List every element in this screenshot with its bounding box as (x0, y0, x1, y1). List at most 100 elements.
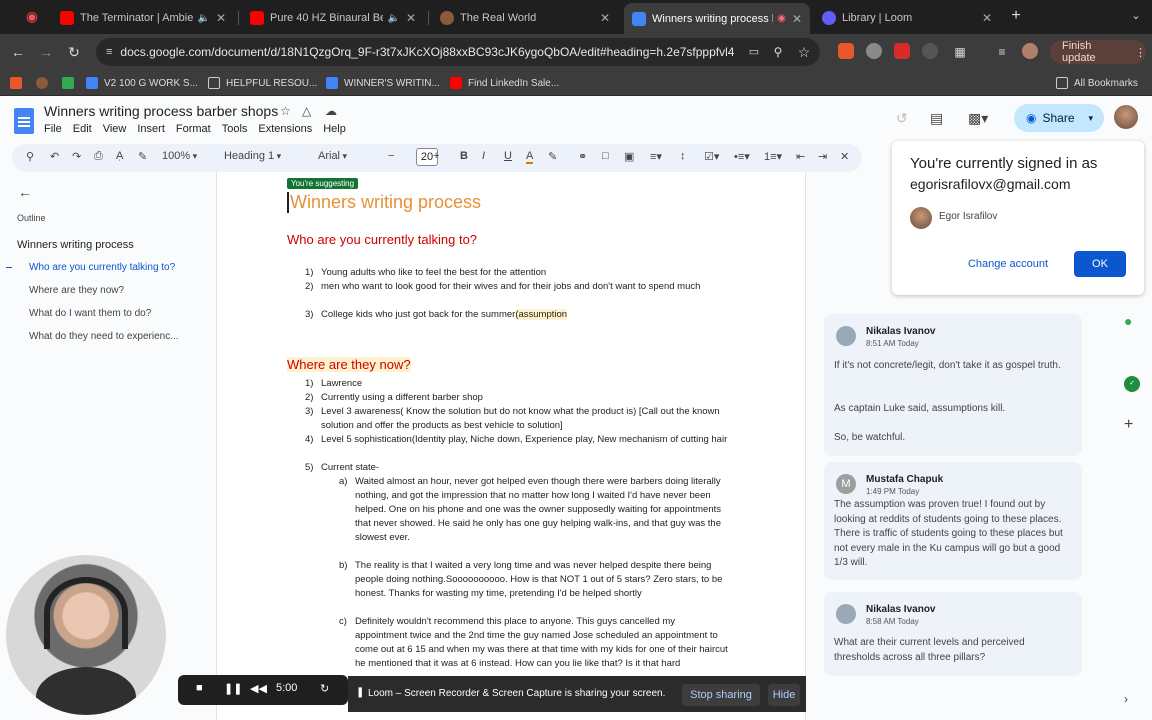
increase-font-icon[interactable]: + (433, 150, 439, 162)
insert-image-icon[interactable]: ▣ (624, 150, 634, 163)
bookmark-helpful-resources[interactable]: HELPFUL RESOU... (208, 75, 317, 91)
stop-sharing-button[interactable]: Stop sharing (682, 684, 760, 706)
undo-icon[interactable]: ↶ (50, 150, 59, 163)
list-item[interactable]: 3) College kids who just got back for the… (305, 308, 735, 322)
extension-dark-icon[interactable] (922, 43, 938, 59)
extensions-puzzle-icon[interactable]: ▦ (950, 42, 970, 62)
outline-item-want[interactable]: What do I want them to do? (29, 308, 151, 319)
tab-groups-icon[interactable]: ≡ (992, 42, 1012, 62)
restart-icon[interactable]: ↻ (320, 682, 329, 695)
menu-insert[interactable]: Insert (137, 123, 165, 135)
meet-icon[interactable]: ▩▾ (968, 110, 988, 127)
version-history-icon[interactable]: ↺ (896, 110, 908, 127)
close-tab-icon[interactable]: ✕ (216, 11, 226, 25)
outline-item-experience[interactable]: What do they need to experienc... (29, 331, 179, 342)
tab-terminator[interactable]: The Terminator | Ambient 🔈 ✕ (52, 5, 234, 31)
docs-logo-icon[interactable] (14, 108, 34, 134)
numbered-list-icon[interactable]: 1≡▾ (764, 150, 782, 163)
spellcheck-icon[interactable]: Ạ (116, 150, 123, 162)
print-icon[interactable]: ⎙ (94, 150, 103, 163)
paint-format-icon[interactable]: ✎ (138, 150, 147, 163)
finish-update-button[interactable]: Finish update ⋮ (1050, 40, 1146, 64)
menu-tools[interactable]: Tools (222, 123, 248, 135)
close-tab-icon[interactable]: ✕ (982, 11, 992, 25)
site-settings-icon[interactable]: ≡ (106, 46, 112, 58)
profile-avatar[interactable] (1022, 43, 1038, 59)
italic-icon[interactable]: I (482, 150, 485, 162)
menu-format[interactable]: Format (176, 123, 211, 135)
forward-arrow-icon[interactable]: → (36, 42, 56, 62)
add-comment-icon[interactable]: □ (602, 150, 609, 162)
list-item[interactable]: 3) Level 3 awareness( Know the solution b… (305, 405, 735, 433)
tab-real-world[interactable]: The Real World ✕ (432, 5, 618, 31)
stop-record-icon[interactable]: ■ (196, 682, 203, 694)
tab-search-icon[interactable]: ⌄ (1126, 6, 1146, 26)
style-select[interactable]: Heading 1 (224, 150, 281, 162)
document-heading-title[interactable]: Winners writing process (287, 192, 481, 213)
all-bookmarks[interactable]: All Bookmarks (1056, 75, 1138, 91)
highlight-icon[interactable]: ✎ (548, 150, 557, 163)
list-item[interactable]: 1) Lawrence (305, 377, 735, 391)
outline-item-title[interactable]: Winners writing process (17, 239, 134, 251)
list-item[interactable]: 2) men who want to look good for their wi… (305, 280, 735, 294)
close-tab-icon[interactable]: ✕ (406, 11, 416, 25)
extension-grey-icon[interactable] (866, 43, 882, 59)
chevron-right-icon[interactable]: › (1124, 692, 1128, 706)
tab-binaural[interactable]: Pure 40 HZ Binaural Beat 🔈 ✕ (242, 5, 424, 31)
search-menus-icon[interactable]: ⚲ (26, 150, 34, 163)
menu-help[interactable]: Help (323, 123, 346, 135)
tab-loom-library[interactable]: Library | Loom ✕ (814, 5, 1000, 31)
comment-card[interactable]: Nikalas Ivanov 8:51 AM Today If it's not… (824, 314, 1082, 456)
document-page[interactable]: You're suggesting Winners writing proces… (216, 172, 806, 720)
reload-icon[interactable]: ↻ (64, 42, 84, 62)
checklist-icon[interactable]: ☑▾ (704, 150, 719, 163)
tasks-icon[interactable]: ✓ (1124, 376, 1140, 392)
menu-extensions[interactable]: Extensions (258, 123, 312, 135)
list-item[interactable]: 4) Level 5 sophistication(Identity play, … (305, 433, 735, 447)
address-bar[interactable]: ≡ docs.google.com/document/d/18N1QzgOrq_… (96, 38, 820, 66)
star-icon[interactable]: ☆ (280, 104, 291, 118)
heading-talking[interactable]: Who are you currently talking to? (287, 232, 477, 247)
increase-indent-icon[interactable]: ⇥ (818, 150, 827, 163)
close-tab-icon[interactable]: ✕ (600, 11, 610, 25)
bookmark-icon-2[interactable] (36, 75, 54, 91)
sub-list-item[interactable]: a) Waited almost an hour, never got help… (339, 475, 729, 545)
cast-icon[interactable]: ▭ (744, 42, 764, 62)
close-tab-icon[interactable]: ✕ (792, 12, 802, 26)
cloud-status-icon[interactable]: ☁ (325, 104, 337, 118)
align-icon[interactable]: ≡▾ (650, 150, 662, 163)
speaker-icon[interactable]: 🔈 (387, 13, 399, 24)
font-select[interactable]: Arial (318, 150, 347, 162)
text-color-icon[interactable]: A (526, 150, 534, 164)
rewind-icon[interactable]: ◀◀ (250, 682, 267, 695)
decrease-indent-icon[interactable]: ⇤ (796, 150, 805, 163)
comment-card[interactable]: M Mustafa Chapuk 1:49 PM Today The assum… (824, 462, 1082, 580)
outline-item-where[interactable]: Where are they now? (29, 285, 124, 296)
chevron-down-icon[interactable]: ▾ (1089, 113, 1094, 124)
list-item[interactable]: 1) Young adults who like to feel the best… (305, 266, 735, 280)
share-button[interactable]: ◉ Share ▾ (1014, 104, 1104, 132)
bulleted-list-icon[interactable]: •≡▾ (734, 150, 750, 163)
bookmark-v2-work[interactable]: V2 100 G WORK S... (86, 75, 198, 91)
maps-pin-icon[interactable]: ● (1124, 313, 1132, 329)
drag-handle-icon[interactable]: ❚ (356, 687, 364, 698)
tab-winners-doc[interactable]: Winners writing process b ◉ ✕ (624, 3, 810, 34)
decrease-font-icon[interactable]: − (388, 150, 394, 162)
webcam-bubble[interactable] (6, 555, 166, 715)
speaker-icon[interactable]: 🔈 (197, 13, 209, 24)
back-arrow-icon[interactable]: ← (8, 42, 28, 62)
back-arrow-icon[interactable]: ← (18, 184, 32, 200)
underline-icon[interactable]: U (504, 150, 512, 162)
ok-button[interactable]: OK (1074, 251, 1126, 277)
sub-list-item[interactable]: b) The reality is that I waited a very lo… (339, 559, 729, 601)
line-spacing-icon[interactable]: ↕ (680, 150, 686, 162)
change-account-button[interactable]: Change account (962, 252, 1054, 276)
bold-icon[interactable]: B (460, 150, 468, 162)
pause-icon[interactable]: ❚❚ (224, 682, 242, 695)
move-folder-icon[interactable]: △ (302, 104, 311, 118)
comments-icon[interactable]: ▤ (930, 110, 943, 127)
new-tab-icon[interactable]: + (1006, 6, 1026, 26)
menu-file[interactable]: File (44, 123, 62, 135)
bookmark-linkedin-sales[interactable]: Find LinkedIn Sale... (450, 75, 559, 91)
outline-item-talking[interactable]: Who are you currently talking to? (29, 262, 175, 273)
